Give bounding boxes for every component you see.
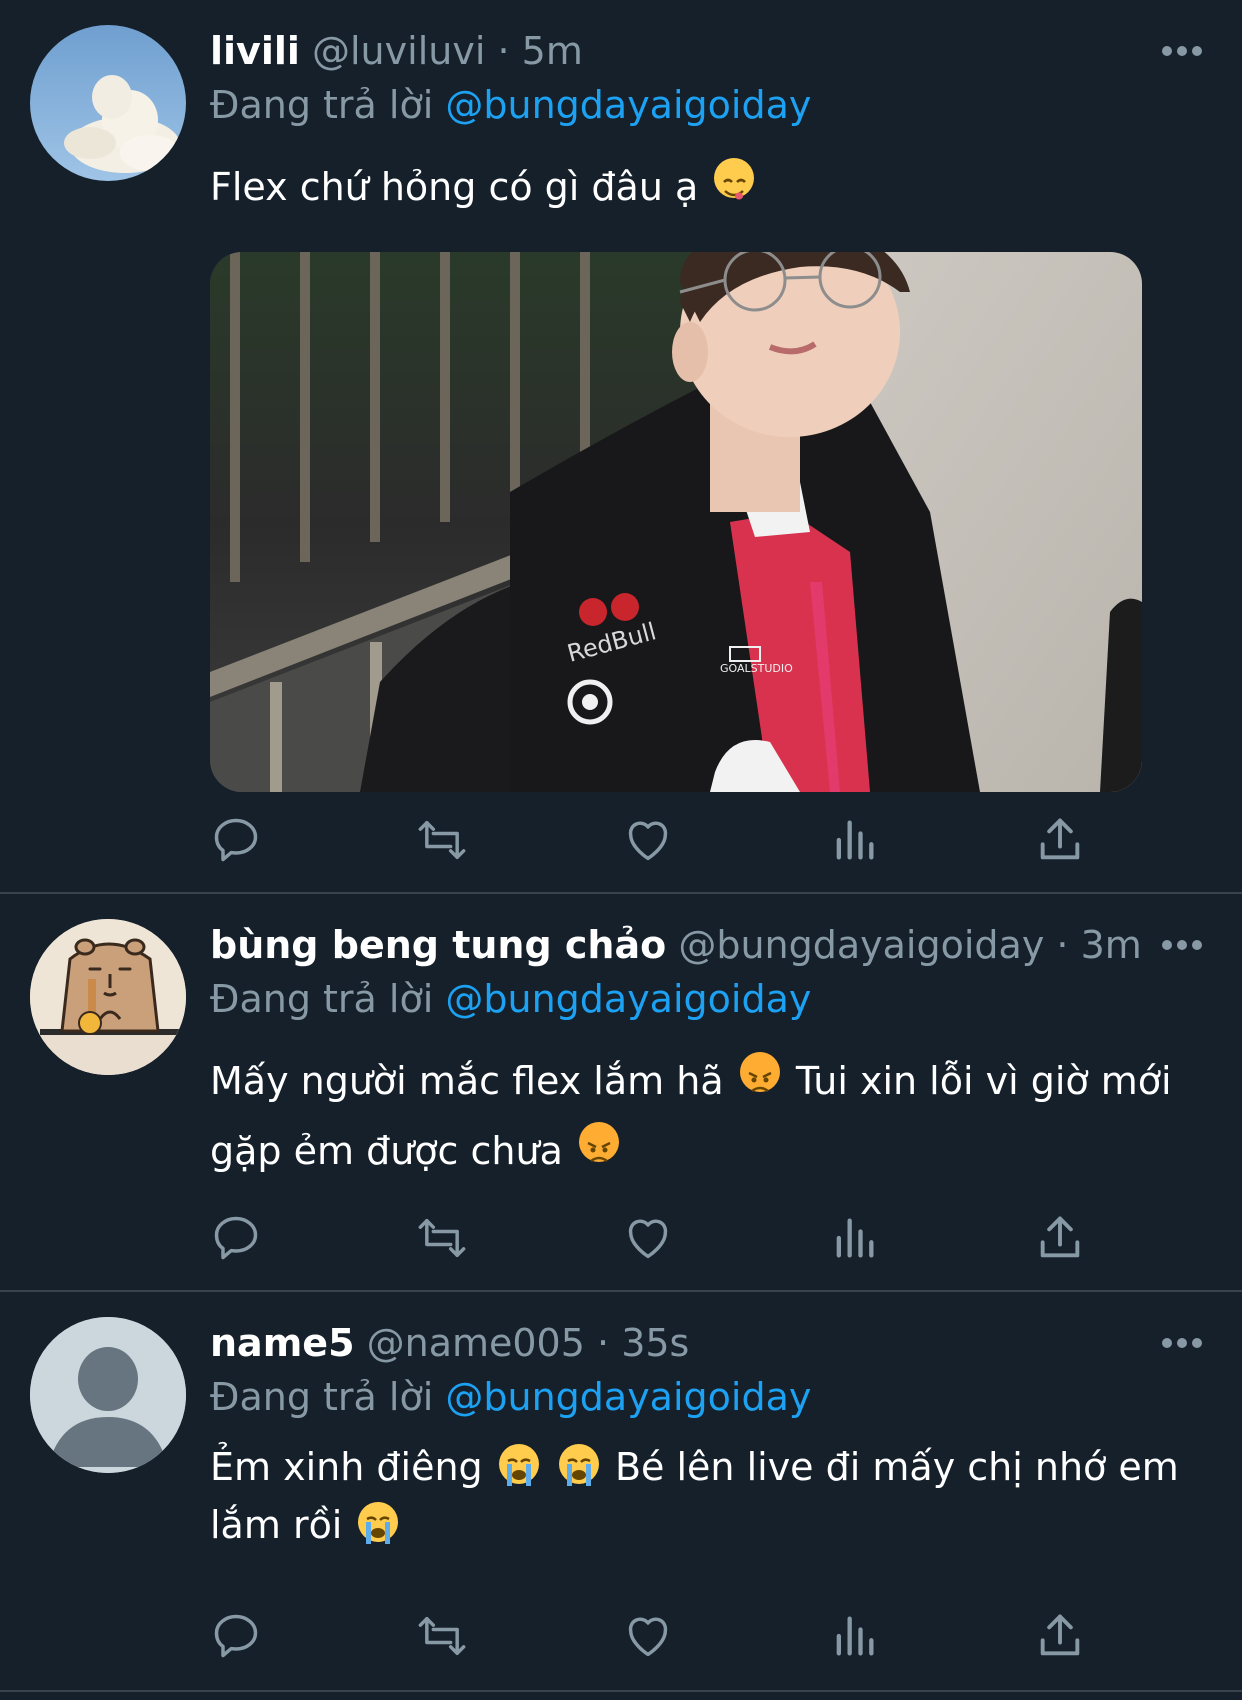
tweet-3[interactable]: name5 @name005 · 35s Đang trả lời @bungd…: [0, 1292, 1242, 1690]
tweet-text-part: Ẻm xinh điêng: [210, 1445, 483, 1489]
reply-mention-link[interactable]: @bungdayaigoiday: [445, 977, 811, 1021]
tweet-header: livili @luviluvi · 5m: [210, 24, 1212, 78]
crying-emoji: [498, 1444, 539, 1486]
angry-emoji: [578, 1122, 619, 1163]
tweet-media-photo[interactable]: RedBull GOALSTUDIO: [210, 252, 1142, 792]
avatar-cloud[interactable]: [30, 25, 186, 181]
share-icon[interactable]: [1034, 1212, 1094, 1272]
tweet-text: Flex chứ hỏng có gì đâu ạ: [210, 152, 1210, 222]
default-user-icon: [30, 1317, 186, 1473]
cloud-avatar-image: [30, 25, 186, 181]
tweet-actions: [210, 1610, 1110, 1670]
tweet-text-part: gặp ẻm được chưa: [210, 1129, 563, 1173]
like-icon[interactable]: [622, 814, 682, 874]
tweet-1[interactable]: livili @luviluvi · 5m Đang trả lời @bung…: [0, 0, 1242, 892]
tweet-2[interactable]: bùng beng tung chảo @bungdayaigoiday · 3…: [0, 894, 1242, 1290]
user-handle[interactable]: @luviluvi: [312, 29, 485, 73]
retweet-icon[interactable]: [416, 1212, 476, 1272]
analytics-icon[interactable]: [828, 1610, 888, 1670]
yum-emoji: [714, 158, 755, 200]
more-icon[interactable]: [1162, 940, 1202, 952]
tweet-text-part: Flex chứ hỏng có gì đâu ạ: [210, 165, 699, 209]
display-name[interactable]: name5: [210, 1321, 355, 1365]
crying-emoji: [558, 1444, 599, 1486]
retweet-icon[interactable]: [416, 1610, 476, 1670]
user-handle[interactable]: @bungdayaigoiday: [678, 923, 1044, 967]
tweet-text: Ẻm xinh điêng Bé lên live đi mấy chị nhớ…: [210, 1438, 1210, 1554]
avatar-default[interactable]: [30, 1317, 186, 1473]
display-name[interactable]: livili: [210, 29, 300, 73]
retweet-icon[interactable]: [416, 814, 476, 874]
timestamp[interactable]: 3m: [1081, 923, 1142, 967]
analytics-icon[interactable]: [828, 1212, 888, 1272]
jacket-logo-goalstudio: GOALSTUDIO: [720, 662, 793, 675]
replying-to: Đang trả lời @bungdayaigoiday: [210, 1370, 811, 1424]
tweet-actions: [210, 1212, 1110, 1272]
separator-dot: ·: [597, 1321, 610, 1365]
angry-emoji: [739, 1052, 780, 1093]
tweet-text-part: lắm rồi: [210, 1503, 343, 1547]
tweet-text-part: Tui xin lỗi vì giờ mới: [795, 1059, 1172, 1103]
timestamp[interactable]: 35s: [621, 1321, 689, 1365]
replying-to: Đang trả lời @bungdayaigoiday: [210, 78, 811, 132]
user-handle[interactable]: @name005: [367, 1321, 585, 1365]
reply-icon[interactable]: [210, 1610, 270, 1670]
reply-prefix: Đang trả lời: [210, 1375, 434, 1419]
avatar-capybara[interactable]: [30, 919, 186, 1075]
share-icon[interactable]: [1034, 814, 1094, 874]
display-name[interactable]: bùng beng tung chảo: [210, 923, 666, 967]
reply-mention-link[interactable]: @bungdayaigoiday: [445, 1375, 811, 1419]
separator-dot: ·: [1056, 923, 1069, 967]
share-icon[interactable]: [1034, 1610, 1094, 1670]
reply-icon[interactable]: [210, 1212, 270, 1272]
analytics-icon[interactable]: [828, 814, 888, 874]
tweet-text-part: Mấy người mắc flex lắm hã: [210, 1059, 724, 1103]
tweet-text: Mấy người mắc flex lắm hã Tui xin lỗi vì…: [210, 1046, 1210, 1186]
reply-prefix: Đang trả lời: [210, 977, 434, 1021]
tweet-text-part: Bé lên live đi mấy chị nhớ em: [614, 1445, 1179, 1489]
more-icon[interactable]: [1162, 46, 1202, 58]
crying-emoji: [358, 1502, 399, 1544]
tweet-header-2: bùng beng tung chảo @bungdayaigoiday · 3…: [210, 918, 1212, 972]
replying-to: Đang trả lời @bungdayaigoiday: [210, 972, 811, 1026]
capybara-avatar-image: [30, 919, 186, 1075]
timestamp[interactable]: 5m: [522, 29, 583, 73]
tweet-actions: [210, 814, 1110, 874]
separator-dot: ·: [497, 29, 510, 73]
reply-mention-link[interactable]: @bungdayaigoiday: [445, 83, 811, 127]
more-icon[interactable]: [1162, 1338, 1202, 1350]
like-icon[interactable]: [622, 1212, 682, 1272]
divider: [0, 1690, 1242, 1692]
photo-person-with-glasses: RedBull GOALSTUDIO: [210, 252, 1142, 792]
like-icon[interactable]: [622, 1610, 682, 1670]
reply-prefix: Đang trả lời: [210, 83, 434, 127]
reply-icon[interactable]: [210, 814, 270, 874]
tweet-header: name5 @name005 · 35s: [210, 1316, 1212, 1370]
